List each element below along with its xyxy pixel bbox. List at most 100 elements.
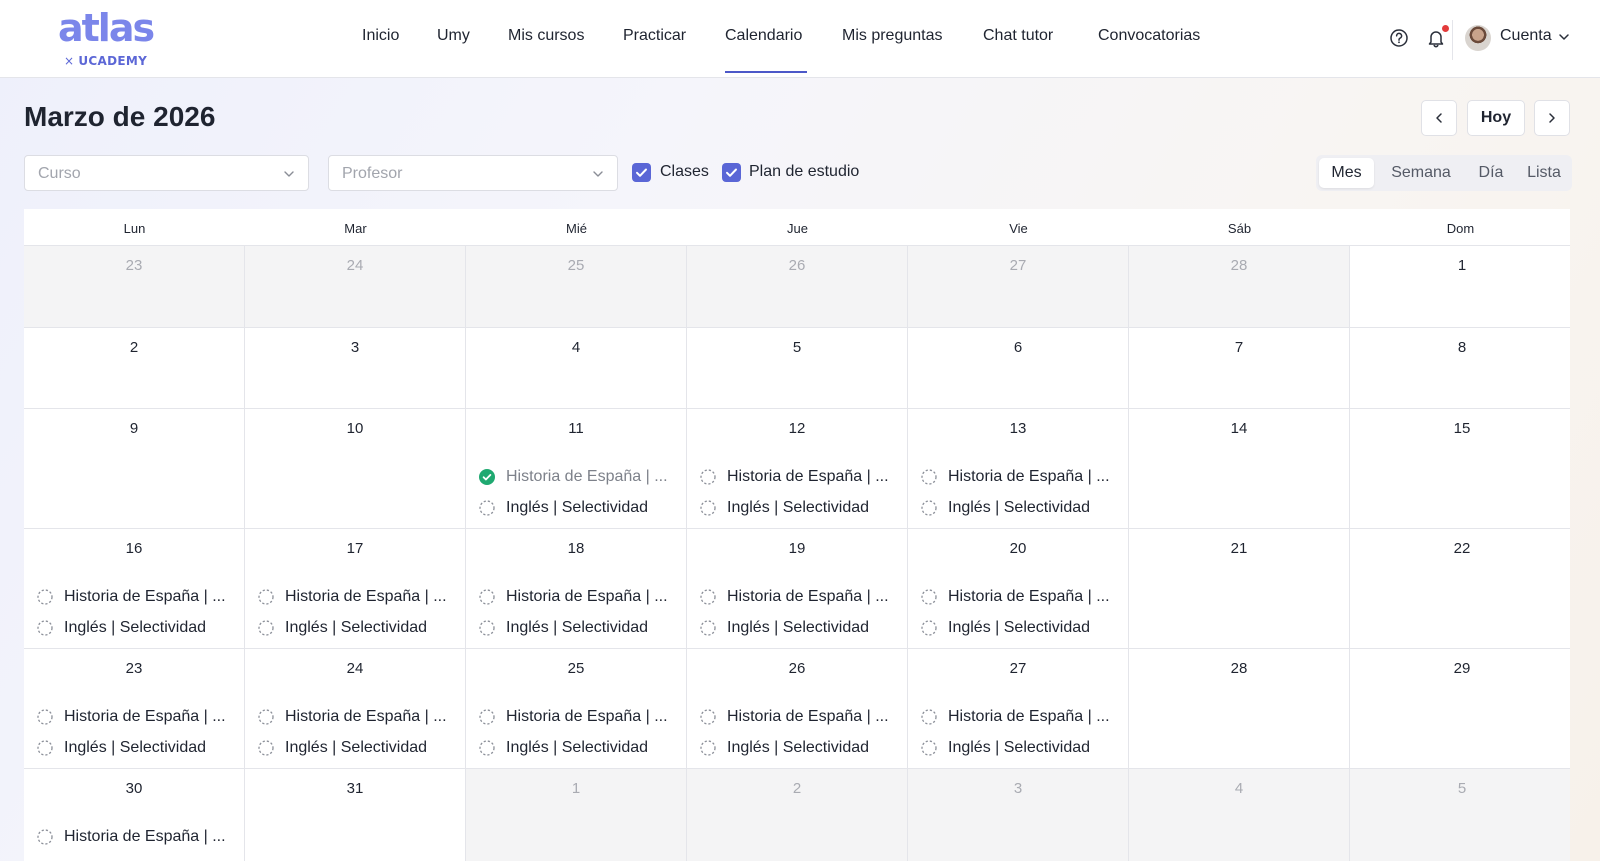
nav-calendario[interactable]: Calendario: [725, 27, 802, 45]
calendar-event[interactable]: Inglés | Selectividad: [37, 618, 238, 638]
today-button[interactable]: Hoy: [1467, 100, 1525, 136]
day-cell[interactable]: 21: [1129, 529, 1350, 649]
day-cell[interactable]: 31: [245, 769, 466, 861]
day-cell[interactable]: 6: [908, 328, 1129, 409]
day-cell[interactable]: 28: [1129, 649, 1350, 769]
calendar-event[interactable]: Inglés | Selectividad: [921, 738, 1122, 758]
dashed-circle-icon: [479, 589, 495, 605]
day-cell[interactable]: 1: [466, 769, 687, 861]
day-cell[interactable]: 22: [1350, 529, 1570, 649]
day-cell[interactable]: 26 Historia de España | ... Inglés | Selec…: [687, 649, 908, 769]
day-cell[interactable]: 25: [466, 246, 687, 328]
day-cell[interactable]: 16 Historia de España | ... Inglés | Selec…: [24, 529, 245, 649]
nav-chat-tutor[interactable]: Chat tutor: [983, 27, 1053, 45]
day-cell[interactable]: 3: [908, 769, 1129, 861]
calendar-event[interactable]: Inglés | Selectividad: [700, 738, 901, 758]
day-cell[interactable]: 25 Historia de España | ... Inglés | Selec…: [466, 649, 687, 769]
day-cell[interactable]: 28: [1129, 246, 1350, 328]
day-cell[interactable]: 1: [1350, 246, 1570, 328]
day-cell[interactable]: 24: [245, 246, 466, 328]
nav-umy[interactable]: Umy: [437, 27, 470, 45]
weekday-mon: Lun: [123, 221, 146, 236]
calendar-event[interactable]: Historia de España | ...: [37, 827, 238, 847]
previous-month-button[interactable]: [1421, 100, 1457, 136]
day-cell[interactable]: 8: [1350, 328, 1570, 409]
calendar-event[interactable]: Historia de España | ...: [37, 707, 238, 727]
day-cell[interactable]: 24 Historia de España | ... Inglés | Selec…: [245, 649, 466, 769]
account-menu-label[interactable]: Cuenta: [1500, 27, 1552, 45]
day-cell[interactable]: 17 Historia de España | ... Inglés | Selec…: [245, 529, 466, 649]
view-week-button[interactable]: Semana: [1378, 158, 1464, 188]
day-number: 2: [792, 780, 802, 797]
day-cell[interactable]: 7: [1129, 328, 1350, 409]
calendar-event[interactable]: Inglés | Selectividad: [258, 738, 459, 758]
nav-practicar[interactable]: Practicar: [623, 27, 686, 45]
calendar-event[interactable]: Inglés | Selectividad: [258, 618, 459, 638]
weekday-thu: Jue: [787, 221, 808, 236]
view-day-button[interactable]: Día: [1466, 158, 1516, 188]
calendar-event[interactable]: Historia de España | ...: [37, 587, 238, 607]
calendar-event[interactable]: Historia de España | ...: [258, 707, 459, 727]
day-cell[interactable]: 4: [466, 328, 687, 409]
day-cell[interactable]: 5: [1350, 769, 1570, 861]
calendar-event[interactable]: Inglés | Selectividad: [37, 738, 238, 758]
chevron-down-icon[interactable]: [1557, 30, 1571, 44]
day-cell[interactable]: 13 Historia de España | ... Inglés | Selec…: [908, 409, 1129, 529]
nav-mis-cursos[interactable]: Mis cursos: [508, 27, 584, 45]
classes-checkbox[interactable]: [632, 163, 651, 182]
weekday-header: Lun Mar Mié Jue Vie Sáb Dom: [24, 209, 1570, 246]
day-cell[interactable]: 30 Historia de España | ...: [24, 769, 245, 861]
next-month-button[interactable]: [1534, 100, 1570, 136]
study-plan-checkbox[interactable]: [722, 163, 741, 182]
nav-mis-preguntas[interactable]: Mis preguntas: [842, 27, 943, 45]
calendar-event[interactable]: Inglés | Selectividad: [921, 618, 1122, 638]
study-plan-checkbox-label[interactable]: Plan de estudio: [749, 163, 859, 181]
calendar-event[interactable]: Inglés | Selectividad: [479, 738, 680, 758]
calendar-event[interactable]: Inglés | Selectividad: [479, 618, 680, 638]
help-icon[interactable]: [1388, 27, 1410, 49]
day-cell[interactable]: 9: [24, 409, 245, 529]
day-cell[interactable]: 27: [908, 246, 1129, 328]
calendar-event[interactable]: Inglés | Selectividad: [700, 618, 901, 638]
view-month-button[interactable]: Mes: [1319, 158, 1374, 188]
day-cell[interactable]: 12 Historia de España | ... Inglés | Selec…: [687, 409, 908, 529]
day-cell[interactable]: 5: [687, 328, 908, 409]
day-cell[interactable]: 26: [687, 246, 908, 328]
calendar-event[interactable]: Historia de España | ...: [921, 467, 1122, 487]
view-list-button[interactable]: Lista: [1518, 158, 1570, 188]
calendar-event[interactable]: Historia de España | ...: [258, 587, 459, 607]
calendar-event[interactable]: Inglés | Selectividad: [700, 498, 901, 518]
day-cell[interactable]: 20 Historia de España | ... Inglés | Selec…: [908, 529, 1129, 649]
calendar-event[interactable]: Historia de España | ...: [921, 587, 1122, 607]
nav-convocatorias[interactable]: Convocatorias: [1098, 27, 1200, 45]
calendar-event[interactable]: Inglés | Selectividad: [921, 498, 1122, 518]
calendar-event[interactable]: Historia de España | ...: [479, 587, 680, 607]
calendar-event[interactable]: Inglés | Selectividad: [479, 498, 680, 518]
atlas-ucademy-logo[interactable]: atlas × UCADEMY: [58, 8, 158, 68]
calendar-event[interactable]: Historia de España | ...: [921, 707, 1122, 727]
user-avatar[interactable]: [1465, 25, 1491, 51]
day-cell[interactable]: 10: [245, 409, 466, 529]
classes-checkbox-label[interactable]: Clases: [660, 163, 709, 181]
teacher-select[interactable]: Profesor: [328, 155, 618, 191]
calendar-event[interactable]: Historia de España | ...: [700, 587, 901, 607]
calendar-event[interactable]: Historia de España | ...: [700, 467, 901, 487]
day-cell[interactable]: 2: [687, 769, 908, 861]
day-cell[interactable]: 19 Historia de España | ... Inglés | Selec…: [687, 529, 908, 649]
day-cell[interactable]: 14: [1129, 409, 1350, 529]
day-cell[interactable]: 4: [1129, 769, 1350, 861]
nav-inicio[interactable]: Inicio: [362, 27, 399, 45]
day-cell[interactable]: 23: [24, 246, 245, 328]
day-cell[interactable]: 3: [245, 328, 466, 409]
day-cell[interactable]: 18 Historia de España | ... Inglés | Selec…: [466, 529, 687, 649]
day-cell[interactable]: 11 Historia de España | ... Inglés | Selec…: [466, 409, 687, 529]
calendar-event[interactable]: Historia de España | ...: [479, 707, 680, 727]
course-select[interactable]: Curso: [24, 155, 309, 191]
calendar-event[interactable]: Historia de España | ...: [700, 707, 901, 727]
day-cell[interactable]: 27 Historia de España | ... Inglés | Selec…: [908, 649, 1129, 769]
day-cell[interactable]: 29: [1350, 649, 1570, 769]
day-cell[interactable]: 15: [1350, 409, 1570, 529]
day-cell[interactable]: 2: [24, 328, 245, 409]
calendar-event[interactable]: Historia de España | ...: [479, 467, 680, 487]
day-cell[interactable]: 23 Historia de España | ... Inglés | Selec…: [24, 649, 245, 769]
